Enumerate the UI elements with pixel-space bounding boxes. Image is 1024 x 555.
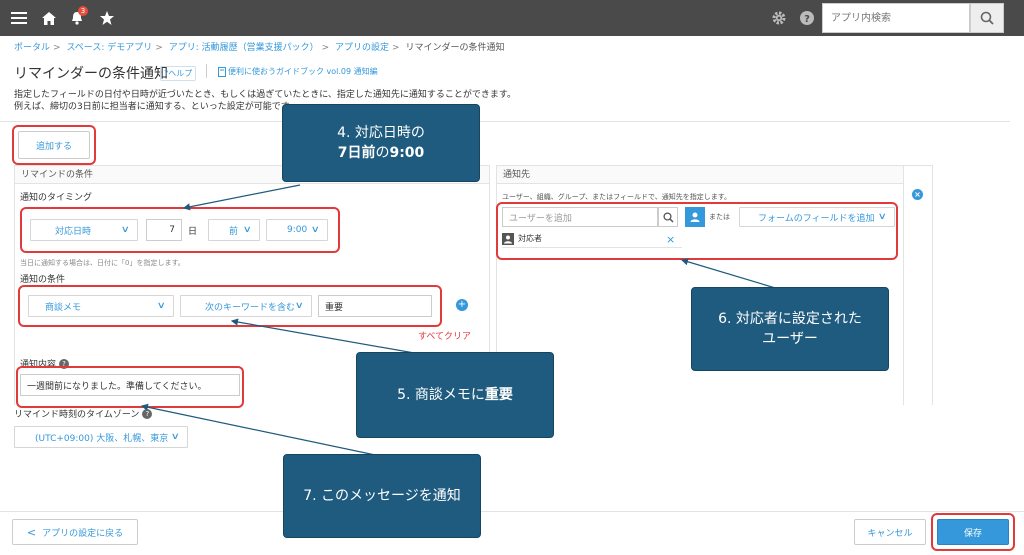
- callout-6: 6. 対応者に設定された ユーザー: [691, 287, 889, 371]
- callout-4-line2: 7日前の9:00: [337, 145, 425, 161]
- callout-4: 4. 対応日時の 7日前の9:00: [282, 104, 480, 182]
- callout-5: 5. 商談メモに 重要: [356, 352, 554, 438]
- callout-7: 7. このメッセージを通知: [283, 454, 481, 538]
- callout-arrows: [140, 184, 783, 457]
- callout-4-line1: 4. 対応日時の: [337, 125, 425, 141]
